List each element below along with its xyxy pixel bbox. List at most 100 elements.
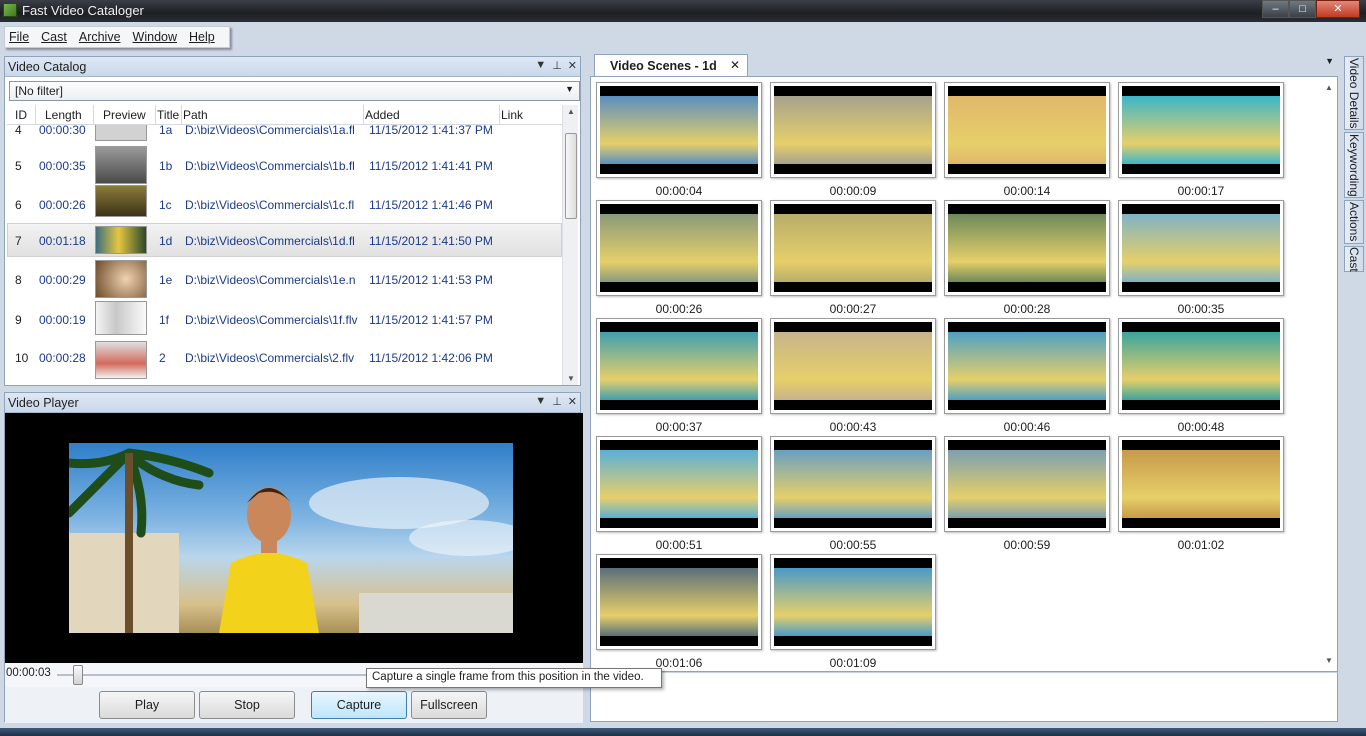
scene-thumbnail[interactable] [596, 82, 762, 178]
scene-thumbnail[interactable] [770, 436, 936, 532]
pin-icon[interactable]: ⊥ [552, 59, 562, 72]
catalog-rows: 4 00:00:30 1a D:\biz\Videos\Commercials\… [7, 125, 564, 383]
scene-image [774, 204, 932, 292]
table-row[interactable]: 6 00:00:26 1c D:\biz\Videos\Commercials\… [7, 185, 562, 221]
col-id[interactable]: ID [15, 108, 27, 122]
preview-thumbnail [95, 226, 147, 254]
preview-thumbnail [95, 125, 147, 141]
scene-thumbnail[interactable] [596, 554, 762, 650]
scene-picture [1122, 214, 1280, 282]
scene-thumbnail[interactable] [944, 436, 1110, 532]
table-row[interactable]: 5 00:00:35 1b D:\biz\Videos\Commercials\… [7, 145, 562, 185]
table-row-selected[interactable]: 7 00:01:18 1d D:\biz\Videos\Commercials\… [7, 223, 562, 257]
scene-time: 00:00:35 [1177, 302, 1225, 316]
close-icon[interactable]: ✕ [568, 395, 577, 408]
cell-path: D:\biz\Videos\Commercials\1d.fl [185, 234, 355, 248]
scene-picture [600, 450, 758, 518]
cell-added: 11/15/2012 1:41:41 PM [369, 159, 493, 173]
panel-title: Video Catalog [8, 59, 87, 74]
scroll-down-icon[interactable]: ▼ [1325, 656, 1333, 665]
scene-picture [774, 96, 932, 164]
scene-thumbnail[interactable] [770, 200, 936, 296]
tab-video-details[interactable]: Video Details [1344, 56, 1364, 130]
col-link[interactable]: Link [501, 108, 523, 122]
close-icon[interactable]: ✕ [568, 59, 577, 72]
col-added[interactable]: Added [365, 108, 400, 122]
scene-image [948, 440, 1106, 528]
scroll-down-icon[interactable]: ▼ [567, 374, 575, 383]
scene-thumbnail[interactable] [944, 200, 1110, 296]
menu-help[interactable]: Help [189, 30, 215, 44]
scene-thumbnail[interactable] [944, 318, 1110, 414]
tab-actions[interactable]: Actions [1344, 200, 1364, 244]
col-path[interactable]: Path [183, 108, 208, 122]
cell-added: 11/15/2012 1:41:50 PM [369, 234, 493, 248]
cell-title: 2 [159, 351, 166, 365]
col-preview[interactable]: Preview [103, 108, 146, 122]
scene-time: 00:01:09 [829, 656, 877, 670]
scene-image [1122, 440, 1280, 528]
menu-window[interactable]: Window [133, 30, 177, 44]
player-controls: Play Stop Capture Fullscreen [5, 687, 583, 723]
scenes-scrollbar[interactable]: ▲ ▼ [1321, 77, 1337, 671]
scene-thumbnail[interactable] [1118, 318, 1284, 414]
dropdown-icon[interactable]: ▼ [535, 395, 546, 408]
scene-thumbnail[interactable] [944, 82, 1110, 178]
cell-length: 00:00:19 [39, 313, 86, 327]
filter-select[interactable]: [No filter] ▼ [9, 81, 580, 101]
dropdown-icon[interactable]: ▼ [535, 59, 546, 72]
scene-image [774, 322, 932, 410]
cell-added: 11/15/2012 1:42:06 PM [369, 351, 493, 365]
table-row[interactable]: 9 00:00:19 1f D:\biz\Videos\Commercials\… [7, 301, 562, 337]
scene-thumbnail[interactable] [1118, 200, 1284, 296]
minimize-button[interactable]: – [1262, 0, 1289, 18]
scene-thumbnail[interactable] [596, 436, 762, 532]
col-length[interactable]: Length [45, 108, 82, 122]
panel-title: Video Player [8, 395, 79, 410]
catalog-scrollbar[interactable]: ▲ ▼ [562, 105, 578, 385]
scene-time: 00:00:27 [829, 302, 877, 316]
tab-video-scenes[interactable]: Video Scenes - 1d ✕ [594, 54, 748, 76]
menu-archive[interactable]: Archive [79, 30, 121, 44]
scene-image [600, 86, 758, 174]
cell-path: D:\biz\Videos\Commercials\2.flv [185, 351, 355, 365]
scene-thumbnail[interactable] [1118, 82, 1284, 178]
scene-picture [948, 214, 1106, 282]
scene-picture [948, 332, 1106, 400]
menu-file[interactable]: File [9, 30, 29, 44]
scroll-up-icon[interactable]: ▲ [567, 107, 575, 116]
tab-dropdown-icon[interactable]: ▼ [1325, 56, 1334, 66]
scroll-up-icon[interactable]: ▲ [1325, 83, 1333, 92]
scene-thumbnail[interactable] [596, 200, 762, 296]
tab-keywording[interactable]: Keywording [1344, 132, 1364, 198]
stop-button[interactable]: Stop [199, 691, 295, 719]
close-icon[interactable]: ✕ [730, 58, 740, 72]
scene-time: 00:00:55 [829, 538, 877, 552]
scene-time: 00:00:09 [829, 184, 877, 198]
scene-thumbnail[interactable] [1118, 436, 1284, 532]
scroll-thumb[interactable] [565, 133, 577, 219]
fullscreen-button[interactable]: Fullscreen [411, 691, 487, 719]
menu-cast[interactable]: Cast [41, 30, 67, 44]
table-row[interactable]: 8 00:00:29 1e D:\biz\Videos\Commercials\… [7, 259, 562, 299]
seek-thumb[interactable] [73, 665, 83, 685]
scene-thumbnail[interactable] [596, 318, 762, 414]
scenes-tabstrip: Video Scenes - 1d ✕ ▼ [588, 54, 1340, 76]
table-row[interactable]: 10 00:00:28 2 D:\biz\Videos\Commercials\… [7, 339, 562, 379]
tab-cast[interactable]: Cast [1344, 246, 1364, 272]
cell-title: 1a [159, 125, 173, 137]
scene-thumbnail[interactable] [770, 82, 936, 178]
col-title[interactable]: Title [157, 108, 179, 122]
table-row[interactable]: 4 00:00:30 1a D:\biz\Videos\Commercials\… [7, 125, 562, 141]
maximize-button[interactable]: □ [1289, 0, 1316, 18]
close-button[interactable]: ✕ [1316, 0, 1360, 18]
video-screen[interactable] [5, 413, 583, 663]
taskbar [0, 728, 1366, 736]
play-button[interactable]: Play [99, 691, 195, 719]
scene-thumbnail[interactable] [770, 554, 936, 650]
scene-time: 00:00:59 [1003, 538, 1051, 552]
scene-thumbnail[interactable] [770, 318, 936, 414]
cell-id: 9 [15, 313, 22, 327]
capture-button[interactable]: Capture [311, 691, 407, 719]
pin-icon[interactable]: ⊥ [552, 395, 562, 408]
